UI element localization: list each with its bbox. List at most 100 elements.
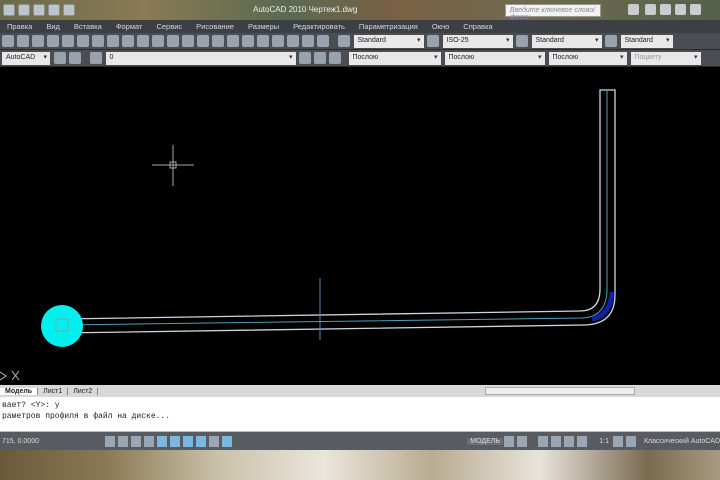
- pipe-polyline[interactable]: [61, 89, 616, 334]
- menu-tools[interactable]: Сервис: [149, 22, 189, 31]
- app-menu-icon[interactable]: [3, 4, 15, 16]
- annotation-scale[interactable]: 1:1: [596, 438, 612, 445]
- design-center-icon[interactable]: [241, 35, 254, 47]
- properties-icon[interactable]: [226, 35, 239, 47]
- copy-icon[interactable]: [76, 35, 89, 47]
- menu-edit[interactable]: Правка: [0, 22, 39, 31]
- search-input[interactable]: Введите ключевое слово/фразу: [505, 4, 601, 21]
- drawing-area[interactable]: [0, 67, 720, 385]
- match-properties-icon[interactable]: [106, 35, 119, 47]
- desktop-background: [0, 450, 720, 480]
- block-editor-icon[interactable]: [121, 35, 134, 47]
- snap-toggle[interactable]: [104, 435, 115, 447]
- mleader-style-icon: [605, 35, 617, 47]
- menu-dimension[interactable]: Размеры: [241, 22, 286, 31]
- layer-states-icon[interactable]: [329, 52, 341, 64]
- mleader-style-select[interactable]: Standard: [620, 34, 673, 48]
- workspace-settings-icon[interactable]: [53, 52, 66, 64]
- menu-window[interactable]: Окно: [425, 22, 456, 31]
- tab-layout2[interactable]: Лист2: [68, 387, 99, 395]
- annotation-visibility-icon[interactable]: [613, 435, 624, 447]
- workspace-switch[interactable]: Классический AutoCAD: [638, 438, 720, 445]
- layer-previous-icon[interactable]: [314, 52, 326, 64]
- standard-toolbar: Standard ISO-25 Standard Standard: [0, 33, 720, 50]
- layers-toolbar: AutoCAD 0 Послою Послою Послою Поцвету: [0, 50, 720, 67]
- tab-layout1[interactable]: Лист1: [38, 387, 69, 395]
- redo-icon[interactable]: [33, 4, 45, 16]
- undo-toolbar-icon[interactable]: [136, 35, 149, 47]
- 3d-dwf-icon[interactable]: [31, 35, 44, 47]
- markup-icon[interactable]: [286, 35, 299, 47]
- plot-preview-icon[interactable]: [1, 35, 14, 47]
- polar-toggle[interactable]: [143, 435, 154, 447]
- zoom-status-icon[interactable]: [551, 435, 562, 447]
- zoom-window-icon[interactable]: [196, 35, 209, 47]
- text-style-select[interactable]: Standard: [353, 34, 424, 48]
- layer-properties-icon[interactable]: [90, 52, 102, 64]
- cut-icon[interactable]: [61, 35, 74, 47]
- redo-toolbar-icon[interactable]: [151, 35, 164, 47]
- dyn-toggle[interactable]: [195, 435, 206, 447]
- model-space-button[interactable]: МОДЕЛЬ: [467, 437, 503, 445]
- match-icon[interactable]: [46, 35, 59, 47]
- menu-modify[interactable]: Редактировать: [286, 22, 352, 31]
- sheet-set-icon[interactable]: [271, 35, 284, 47]
- undo-icon[interactable]: [18, 4, 30, 16]
- menu-view[interactable]: Вид: [39, 22, 67, 31]
- tool-palettes-icon[interactable]: [256, 35, 269, 47]
- color-select[interactable]: Послою: [348, 51, 441, 65]
- tools-icon[interactable]: [645, 4, 656, 15]
- workspace-save-icon[interactable]: [68, 52, 81, 64]
- subscription-icon[interactable]: [660, 4, 671, 15]
- menu-parametric[interactable]: Параметризация: [352, 22, 425, 31]
- start-point-circle[interactable]: [41, 305, 83, 347]
- quick-view-drawings-icon[interactable]: [517, 435, 528, 447]
- command-history-line: раметров профиля в файл на диске...: [2, 412, 171, 421]
- help-icon[interactable]: [690, 4, 701, 15]
- title-bar: AutoCAD 2010 Чертеж1.dwg Введите ключево…: [0, 0, 720, 21]
- linetype-select[interactable]: Послою: [444, 51, 545, 65]
- workspace-select[interactable]: AutoCAD: [2, 51, 50, 65]
- menu-help[interactable]: Справка: [456, 22, 499, 31]
- plotstyle-select[interactable]: Поцвету: [630, 51, 701, 65]
- paste-icon[interactable]: [91, 35, 104, 47]
- publish-icon[interactable]: [16, 35, 29, 47]
- favorites-icon[interactable]: [675, 4, 686, 15]
- command-window[interactable]: вает? <Y>: y раметров профиля в файл на …: [0, 397, 720, 432]
- menu-format[interactable]: Формат: [109, 22, 150, 31]
- ducs-toggle[interactable]: [182, 435, 193, 447]
- grid-toggle[interactable]: [117, 435, 128, 447]
- save-icon[interactable]: [63, 4, 75, 16]
- lineweight-select[interactable]: Послою: [548, 51, 627, 65]
- calculator-icon[interactable]: [301, 35, 314, 47]
- table-style-icon: [516, 35, 528, 47]
- menu-insert[interactable]: Вставка: [67, 22, 109, 31]
- otrack-toggle[interactable]: [169, 435, 180, 447]
- tab-model[interactable]: Модель: [0, 387, 39, 395]
- layout-tabs: Модель Лист1 Лист2: [0, 385, 720, 397]
- dim-style-select[interactable]: ISO-25: [442, 34, 513, 48]
- pan-icon[interactable]: [166, 35, 179, 47]
- pan-status-icon[interactable]: [538, 435, 549, 447]
- steering-wheel-icon[interactable]: [564, 435, 575, 447]
- quick-view-layouts-icon[interactable]: [504, 435, 515, 447]
- menu-bar: Правка Вид Вставка Формат Сервис Рисован…: [0, 20, 720, 33]
- command-history-line: вает? <Y>: y: [2, 401, 60, 410]
- table-style-select[interactable]: Standard: [531, 34, 602, 48]
- binoculars-icon[interactable]: [628, 4, 639, 15]
- qp-toggle[interactable]: [221, 435, 232, 447]
- make-current-layer-icon[interactable]: [299, 52, 311, 64]
- ortho-toggle[interactable]: [130, 435, 141, 447]
- osnap-toggle[interactable]: [156, 435, 167, 447]
- layer-select[interactable]: 0: [105, 51, 296, 65]
- lineweight-toggle[interactable]: [208, 435, 219, 447]
- help-toolbar-icon[interactable]: [316, 35, 329, 47]
- auto-scale-icon[interactable]: [626, 435, 637, 447]
- showmotion-icon[interactable]: [577, 435, 588, 447]
- zoom-previous-icon[interactable]: [211, 35, 224, 47]
- zoom-realtime-icon[interactable]: [181, 35, 194, 47]
- horizontal-scrollbar[interactable]: [485, 387, 635, 395]
- coordinates-readout: 715, 0.0000: [2, 437, 39, 445]
- menu-draw[interactable]: Рисование: [189, 22, 241, 31]
- print-icon[interactable]: [48, 4, 60, 16]
